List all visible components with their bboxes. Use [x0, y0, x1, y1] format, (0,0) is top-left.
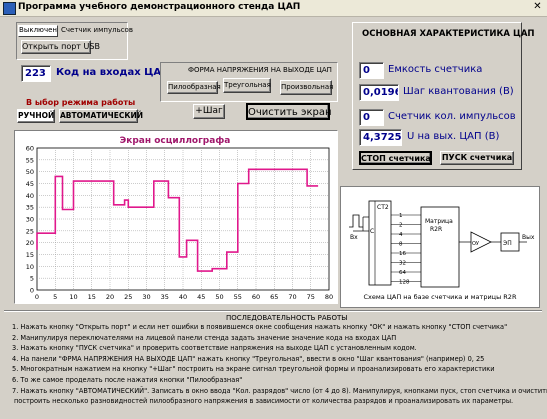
y-tick-label: 60 — [26, 145, 34, 153]
bit-label: 128 — [399, 280, 410, 286]
quant-step-label: Шаг квантования (В) — [403, 86, 514, 97]
start-counter-button[interactable]: ПУСК счетчика — [440, 151, 514, 165]
bit-label: 16 — [399, 251, 406, 257]
x-tick-label: 80 — [325, 293, 333, 301]
x-tick-label: 15 — [88, 293, 96, 301]
instruction-line: построить несколько разновидностей пилоо… — [14, 397, 514, 406]
open-port-button[interactable]: Открыть порт USB — [21, 40, 100, 54]
step-button[interactable]: +Шаг — [193, 104, 225, 119]
quant-step-input[interactable]: 0,01960 — [359, 84, 399, 101]
x-tick-label: 60 — [252, 293, 260, 301]
y-tick-label: 0 — [30, 287, 34, 295]
x-tick-label: 20 — [106, 293, 114, 301]
title-bar: Программа учебного демонстрационного сте… — [0, 0, 547, 17]
oscilloscope-title: Экран осциллографа — [120, 136, 231, 146]
tab-off[interactable]: Выключен — [18, 25, 58, 37]
counter-label: СТ2 — [377, 204, 389, 211]
c-pin-label: С — [370, 228, 374, 235]
y-tick-label: 5 — [30, 275, 34, 283]
sawtooth-button[interactable]: Пилообразная — [167, 81, 221, 94]
dac-circuit-diagram: Вх СТ2 С 1 2 4 8 16 32 64 128 Матрица R2R ОУ ЭП… — [349, 200, 535, 301]
pulse-count-input[interactable]: 0 — [359, 109, 384, 126]
counter-capacity-input[interactable]: 0 — [359, 62, 384, 79]
x-tick-label: 45 — [197, 293, 205, 301]
y-tick-label: 20 — [26, 239, 34, 247]
instructions-title: ПОСЛЕДОВАТЕЛЬНОСТЬ РАБОТЫ — [226, 314, 348, 322]
y-tick-label: 45 — [26, 180, 34, 188]
y-tick-label: 15 — [26, 251, 34, 259]
x-tick-label: 70 — [288, 293, 296, 301]
tab-pulse-counter[interactable]: Счетчик импульсов — [61, 26, 133, 34]
auto-mode-button[interactable]: АВТОМАТИЧЕСКИЙ — [59, 109, 143, 123]
x-tick-label: 5 — [53, 293, 57, 301]
y-tick-label: 55 — [26, 156, 34, 164]
bit-label: 2 — [399, 223, 403, 229]
characteristic-panel: ОСНОВНАЯ ХАРАКТЕРИСТИКА ЦАП 0 Емкость сч… — [352, 22, 535, 170]
counter-capacity-label: Емкость счетчика — [388, 64, 483, 75]
x-tick-label: 0 — [35, 293, 39, 301]
x-tick-label: 75 — [307, 293, 315, 301]
arbitrary-button[interactable]: Произвольная — [280, 80, 333, 95]
instruction-line: 4. На панели "ФРМА НАПРЯЖЕНИЯ НА ВЫХОДЕ … — [12, 354, 485, 363]
instruction-line: 2. Манипулируя переключателями на лицево… — [12, 333, 397, 342]
ep-label: ЭП — [503, 240, 512, 247]
oscilloscope-chart: Экран осциллографа 0 5 10 15 20 25 30 35 40 45 50 5… — [26, 136, 333, 301]
matrix-label: Матрица — [425, 218, 453, 225]
x-tick-label: 30 — [142, 293, 150, 301]
bit-label: 32 — [399, 261, 406, 267]
characteristic-title: ОСНОВНАЯ ХАРАКТЕРИСТИКА ЦАП — [362, 29, 535, 39]
output-label: Вых — [522, 234, 535, 241]
x-tick-label: 50 — [215, 293, 223, 301]
pulse-count-label: Счетчик кол. импульсов — [388, 111, 516, 122]
bit-label: 8 — [399, 242, 403, 248]
instruction-line: 1. Нажать кнопку "Открыть порт" и если н… — [12, 323, 508, 331]
triangle-button[interactable]: Треугольная — [223, 78, 271, 93]
mode-title: В ыбор режима работы — [26, 98, 136, 107]
bit-label: 4 — [399, 232, 403, 238]
x-tick-label: 55 — [234, 293, 242, 301]
x-tick-label: 25 — [124, 293, 132, 301]
instruction-line: 7. Нажать кнопку "АВТОМАТИЧЕСКИЙ". Запис… — [12, 386, 547, 395]
input-label: Вх — [350, 234, 358, 241]
app-icon — [3, 2, 16, 15]
instruction-line: 5. Многократным нажатием на кнопку "+Шаг… — [12, 365, 495, 374]
window-title: Программа учебного демонстрационного сте… — [18, 2, 301, 12]
code-input-label: Код на входах ЦАП — [56, 67, 170, 78]
x-tick-label: 65 — [270, 293, 278, 301]
y-tick-label: 10 — [26, 263, 34, 271]
y-tick-label: 40 — [26, 192, 34, 200]
output-voltage-input[interactable]: 4,372549 — [359, 129, 402, 146]
instructions-divider — [4, 310, 542, 312]
r2r-label: R2R — [430, 226, 442, 233]
amp-label: ОУ — [472, 241, 479, 247]
y-tick-label: 50 — [26, 168, 34, 176]
x-tick-label: 35 — [161, 293, 169, 301]
waveform-title: ФОРМА НАПРЯЖЕНИЯ НА ВЫХОДЕ ЦАП — [188, 66, 332, 74]
oscilloscope-panel: Экран осциллографа 0 5 10 15 20 25 30 35 40 45 50 5… — [14, 130, 338, 304]
waveform-panel: ФОРМА НАПРЯЖЕНИЯ НА ВЫХОДЕ ЦАП Пилообраз… — [160, 62, 338, 102]
instruction-line: 6. То же самое проделать после нажатия к… — [12, 376, 243, 384]
x-tick-label: 40 — [179, 293, 187, 301]
close-icon[interactable]: ✕ — [531, 1, 544, 13]
instruction-line: 3. Нажать кнопку "ПУСК счетчика" и прове… — [12, 344, 417, 353]
clear-screen-button[interactable]: Очистить экран — [246, 103, 332, 120]
y-tick-label: 30 — [26, 216, 34, 224]
manual-mode-button[interactable]: РУЧНОЙ — [17, 109, 55, 123]
port-panel: Выключен Счетчик импульсов Открыть порт … — [16, 22, 133, 60]
circuit-panel: Вх СТ2 С 1 2 4 8 16 32 64 128 Матрица R2R ОУ ЭП… — [340, 186, 540, 308]
code-input[interactable]: 223 — [21, 65, 51, 82]
bit-label: 64 — [399, 270, 406, 276]
circuit-caption: Схема ЦАП на базе счетчика и матрицы R2R — [364, 293, 517, 301]
y-tick-label: 25 — [26, 227, 34, 235]
y-tick-label: 35 — [26, 204, 34, 212]
bit-label: 1 — [399, 213, 403, 219]
x-tick-label: 10 — [69, 293, 77, 301]
stop-counter-button[interactable]: СТОП счетчика — [359, 151, 432, 165]
output-voltage-label: U на вых. ЦАП (В) — [407, 131, 500, 142]
